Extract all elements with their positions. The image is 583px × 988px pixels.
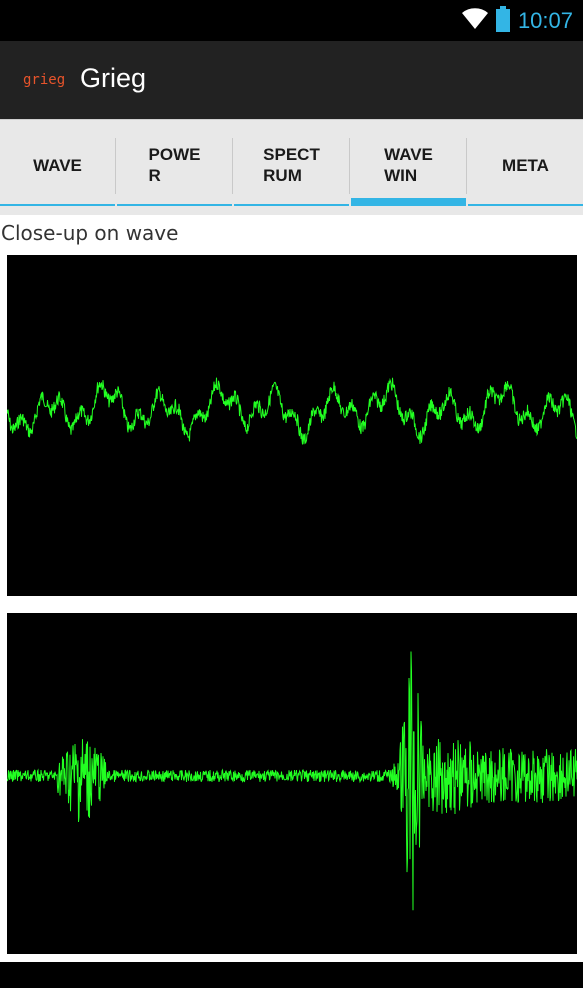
tab-label: META: [502, 155, 549, 175]
tab-indicator: [234, 204, 349, 206]
tab-indicator: [468, 204, 583, 206]
tab-wave-win[interactable]: WAVE WIN: [351, 130, 466, 206]
tab-wave[interactable]: WAVE: [0, 130, 115, 206]
tab-divider: [466, 138, 467, 194]
status-icons: 10:07: [461, 5, 573, 37]
full-wave-line: [6, 651, 578, 911]
tab-meta[interactable]: META: [468, 130, 583, 206]
closeup-wave-panel: [6, 255, 578, 596]
tab-spectrum[interactable]: SPECT RUM: [234, 130, 349, 206]
clock-time: 10:07: [517, 8, 573, 33]
status-bar: 10:07: [0, 0, 583, 41]
tab-indicator-selected: [351, 198, 466, 206]
battery-icon: [495, 5, 510, 37]
tab-indicator: [0, 204, 115, 206]
tab-divider: [349, 138, 350, 194]
app-title: Grieg: [80, 63, 147, 93]
app-logo[interactable]: grieg: [23, 72, 65, 88]
tab-label: WAVE: [33, 155, 82, 175]
navigation-bar: [0, 962, 583, 988]
view-caption: Close-up on wave: [1, 221, 179, 245]
tab-divider: [232, 138, 233, 194]
full-wave-chart: [6, 651, 578, 911]
tab-bar: WAVE POWE R SPECT RUM WAVE WIN META: [0, 119, 583, 215]
tab-divider: [115, 138, 116, 194]
wifi-icon: [461, 7, 488, 35]
closeup-wave-chart: [6, 377, 578, 445]
action-bar: grieg Grieg: [0, 41, 583, 119]
closeup-wave-line: [6, 377, 578, 445]
tab-indicator: [117, 204, 232, 206]
tab-label: WAVE WIN: [384, 145, 433, 185]
tab-power[interactable]: POWE R: [117, 130, 232, 206]
tab-label: POWE R: [148, 145, 201, 185]
tab-label: SPECT RUM: [263, 145, 320, 185]
full-wave-panel: [6, 613, 578, 954]
